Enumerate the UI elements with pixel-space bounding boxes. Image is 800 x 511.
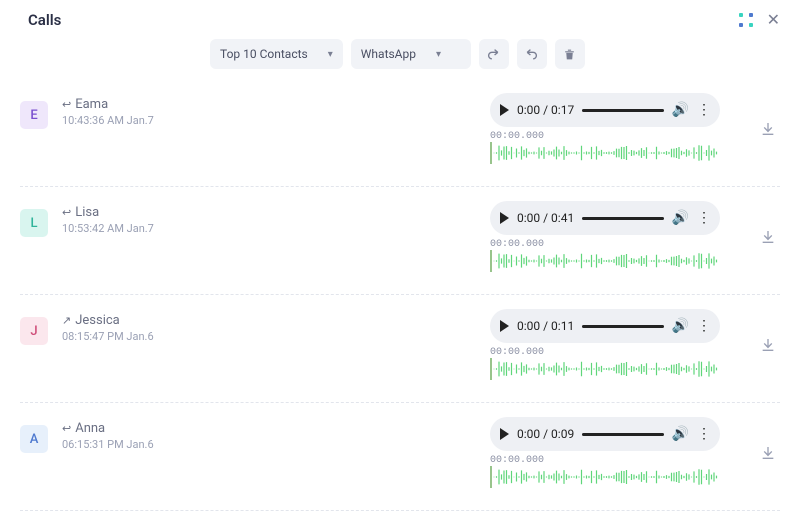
avatar: J	[20, 317, 48, 345]
undo-button[interactable]	[517, 39, 547, 69]
play-icon[interactable]	[500, 320, 509, 332]
undo-icon	[525, 48, 538, 61]
download-icon	[760, 121, 776, 137]
redo-button[interactable]	[479, 39, 509, 69]
more-icon[interactable]: ⋮	[697, 426, 710, 442]
call-row: E ↩ Eama 10:43:36 AM Jan.7 0:00 / 0:17 🔊…	[20, 79, 780, 187]
audio-player[interactable]: 0:00 / 0:17 🔊 ⋮	[490, 93, 720, 127]
audio-time: 0:00 / 0:11	[517, 319, 574, 333]
chevron-down-icon: ▾	[436, 49, 441, 60]
play-icon[interactable]	[500, 212, 509, 224]
close-icon[interactable]: ✕	[767, 10, 780, 29]
more-icon[interactable]: ⋮	[697, 318, 710, 334]
contacts-filter-label: Top 10 Contacts	[220, 47, 308, 61]
contact-name: Eama	[75, 97, 108, 112]
direction-icon: ↩	[62, 206, 71, 219]
play-icon[interactable]	[500, 428, 509, 440]
chevron-down-icon: ▾	[328, 49, 333, 60]
avatar: E	[20, 101, 48, 129]
waveform-timestamp: 00:00.000	[490, 455, 720, 466]
call-meta: ↗ Jessica 08:15:47 PM Jan.6	[62, 309, 212, 343]
audio-time: 0:00 / 0:17	[517, 103, 574, 117]
download-icon	[760, 337, 776, 353]
trash-icon	[563, 48, 576, 61]
call-meta: ↩ Eama 10:43:36 AM Jan.7	[62, 93, 212, 127]
download-button[interactable]	[760, 445, 780, 465]
audio-time: 0:00 / 0:09	[517, 427, 574, 441]
contact-name: Lisa	[75, 205, 99, 220]
waveform: 00:00.000	[490, 347, 720, 384]
waveform: 00:00.000	[490, 131, 720, 168]
call-timestamp: 10:43:36 AM Jan.7	[62, 114, 212, 127]
audio-time: 0:00 / 0:41	[517, 211, 574, 225]
call-meta: ↩ Lisa 10:53:42 AM Jan.7	[62, 201, 212, 235]
delete-button[interactable]	[555, 39, 585, 69]
audio-player[interactable]: 0:00 / 0:11 🔊 ⋮	[490, 309, 720, 343]
download-button[interactable]	[760, 229, 780, 249]
volume-icon[interactable]: 🔊	[672, 210, 689, 226]
page-title: Calls	[28, 11, 61, 29]
download-icon	[760, 229, 776, 245]
audio-player[interactable]: 0:00 / 0:41 🔊 ⋮	[490, 201, 720, 235]
call-timestamp: 08:15:47 PM Jan.6	[62, 330, 212, 343]
call-timestamp: 06:15:31 PM Jan.6	[62, 438, 212, 451]
direction-icon: ↗	[62, 314, 71, 327]
download-icon	[760, 445, 776, 461]
more-icon[interactable]: ⋮	[697, 102, 710, 118]
waveform-timestamp: 00:00.000	[490, 347, 720, 358]
call-row: A ↩ Anna 06:15:31 PM Jan.6 0:00 / 0:09 🔊…	[20, 403, 780, 511]
waveform-timestamp: 00:00.000	[490, 131, 720, 142]
seek-track[interactable]	[582, 217, 663, 220]
download-button[interactable]	[760, 337, 780, 357]
audio-player[interactable]: 0:00 / 0:09 🔊 ⋮	[490, 417, 720, 451]
call-row: J ↗ Jessica 08:15:47 PM Jan.6 0:00 / 0:1…	[20, 295, 780, 403]
toolbar: Top 10 Contacts ▾ WhatsApp ▾	[0, 35, 800, 79]
waveform: 00:00.000	[490, 239, 720, 276]
call-timestamp: 10:53:42 AM Jan.7	[62, 222, 212, 235]
seek-track[interactable]	[582, 325, 663, 328]
call-meta: ↩ Anna 06:15:31 PM Jan.6	[62, 417, 212, 451]
volume-icon[interactable]: 🔊	[672, 426, 689, 442]
avatar: L	[20, 209, 48, 237]
app-filter-select[interactable]: WhatsApp ▾	[351, 39, 471, 69]
seek-track[interactable]	[582, 109, 663, 112]
waveform: 00:00.000	[490, 455, 720, 492]
call-list: E ↩ Eama 10:43:36 AM Jan.7 0:00 / 0:17 🔊…	[0, 79, 800, 511]
grid-view-icon[interactable]	[739, 13, 753, 27]
app-filter-label: WhatsApp	[361, 47, 416, 61]
play-icon[interactable]	[500, 104, 509, 116]
direction-icon: ↩	[62, 98, 71, 111]
volume-icon[interactable]: 🔊	[672, 318, 689, 334]
direction-icon: ↩	[62, 422, 71, 435]
contact-name: Jessica	[75, 313, 120, 328]
call-row: L ↩ Lisa 10:53:42 AM Jan.7 0:00 / 0:41 🔊…	[20, 187, 780, 295]
more-icon[interactable]: ⋮	[697, 210, 710, 226]
contacts-filter-select[interactable]: Top 10 Contacts ▾	[210, 39, 343, 69]
waveform-timestamp: 00:00.000	[490, 239, 720, 250]
contact-name: Anna	[75, 421, 105, 436]
volume-icon[interactable]: 🔊	[672, 102, 689, 118]
redo-icon	[487, 48, 500, 61]
download-button[interactable]	[760, 121, 780, 141]
seek-track[interactable]	[582, 433, 663, 436]
avatar: A	[20, 425, 48, 453]
